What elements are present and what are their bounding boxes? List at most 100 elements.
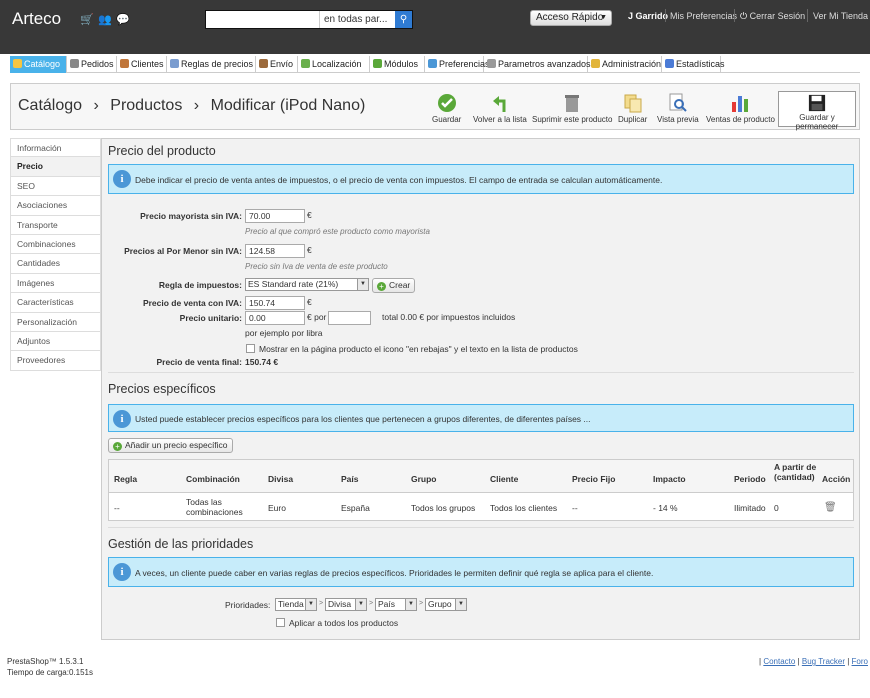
- globe-icon: [301, 59, 310, 68]
- sidebar-item-transporte[interactable]: Transporte: [10, 215, 101, 235]
- bug-tracker-link[interactable]: Bug Tracker: [802, 657, 845, 666]
- floppy-disk-icon: [808, 94, 826, 112]
- tab-parametros-avanzados[interactable]: Parametros avanzados: [484, 56, 591, 73]
- price-panel: Precio del producto i Debe indicar el pr…: [101, 138, 860, 640]
- unit-input[interactable]: [328, 311, 371, 325]
- price-with-tax-input[interactable]: 150.74: [245, 296, 305, 310]
- col-group: Grupo: [411, 474, 437, 484]
- product-sidebar: Información Precio SEO Asociaciones Transpor…: [10, 138, 101, 371]
- crumb-products[interactable]: Productos: [110, 97, 182, 114]
- tab-clientes[interactable]: Clientes: [117, 56, 167, 73]
- search-button[interactable]: ⚲: [395, 11, 412, 28]
- sidebar-item-combinaciones[interactable]: Combinaciones: [10, 234, 101, 255]
- delete-product-button[interactable]: Suprimir este producto: [532, 93, 612, 124]
- sidebar-item-información[interactable]: Información: [10, 138, 101, 158]
- sidebar-item-características[interactable]: Características: [10, 293, 101, 313]
- cell-rule: --: [114, 503, 120, 513]
- quick-access-select[interactable]: Acceso Rápido ▼: [530, 10, 612, 26]
- sidebar-item-imágenes[interactable]: Imágenes: [10, 273, 101, 294]
- customers-icon: [120, 59, 129, 68]
- unit-price-total: total 0.00 € por impuestos incluidos: [382, 312, 516, 322]
- duplicate-button[interactable]: Duplicar: [618, 93, 647, 124]
- section-title-price: Precio del producto: [108, 144, 216, 158]
- product-sales-button[interactable]: Ventas de producto: [706, 93, 775, 124]
- unit-price-input[interactable]: 0.00: [245, 311, 305, 325]
- tab-módulos[interactable]: Módulos: [370, 56, 425, 73]
- wholesale-price-input[interactable]: 70.00: [245, 209, 305, 223]
- tab-estadísticas[interactable]: Estadísticas: [662, 56, 725, 73]
- cart-icon[interactable]: 🛒: [80, 13, 94, 26]
- sidebar-item-cantidades[interactable]: Cantidades: [10, 254, 101, 274]
- priority-select-1[interactable]: Tienda ▼: [275, 598, 317, 611]
- retail-price-hint: Precio sin Iva de venta de este producto: [245, 262, 388, 271]
- cell-currency: Euro: [268, 503, 286, 513]
- priority-select-4[interactable]: Grupo ▼: [425, 598, 467, 611]
- version-text: PrestaShop™ 1.5.3.1: [7, 657, 84, 666]
- sidebar-item-personalización[interactable]: Personalización: [10, 312, 101, 332]
- priority-separator-icon: >: [419, 600, 424, 607]
- cell-from-quantity: 0: [774, 503, 779, 513]
- unit-price-hint: por ejemplo por libra: [245, 328, 323, 338]
- tab-localización[interactable]: Localización: [298, 56, 370, 73]
- sidebar-item-seo[interactable]: SEO: [10, 176, 101, 197]
- price-with-tax-label: Precio de venta con IVA:: [142, 298, 242, 308]
- sidebar-item-asociaciones[interactable]: Asociaciones: [10, 196, 101, 216]
- chevron-down-icon: ▼: [305, 599, 316, 610]
- search-input[interactable]: [206, 11, 318, 28]
- wrench-icon: [487, 59, 496, 68]
- stats-icon: [665, 59, 674, 68]
- create-tax-rule-button[interactable]: + Crear: [372, 278, 416, 293]
- apply-all-checkbox[interactable]: [276, 618, 285, 627]
- info-icon: i: [113, 563, 131, 581]
- col-customer: Cliente: [490, 474, 519, 484]
- page-title: Modificar (iPod Nano): [210, 97, 366, 114]
- search-scope-select[interactable]: en todas par...: [319, 11, 396, 28]
- chevron-down-icon: ▼: [355, 599, 366, 610]
- footer-links: | Contacto | Bug Tracker | Foro: [759, 657, 868, 666]
- unit-price-label: Precio unitario:: [179, 313, 242, 323]
- messages-icon[interactable]: 💬: [116, 13, 130, 26]
- logout-link[interactable]: ⏻ Cerrar Sesión: [740, 11, 805, 22]
- preferences-link[interactable]: Mis Preferencias: [670, 11, 737, 21]
- tab-reglas-de-precios[interactable]: Reglas de precios: [167, 56, 256, 73]
- view-store-link[interactable]: Ver Mi Tienda: [813, 11, 868, 21]
- forum-link[interactable]: Foro: [852, 657, 868, 666]
- crumb-separator-icon: ›: [193, 97, 200, 114]
- priority-select-2[interactable]: Divisa ▼: [325, 598, 367, 611]
- tab-envío[interactable]: Envío: [256, 56, 298, 73]
- retail-price-input[interactable]: 124.58: [245, 244, 305, 258]
- preview-button[interactable]: Vista previa: [657, 93, 699, 124]
- tab-pedidos[interactable]: Pedidos: [67, 56, 117, 73]
- info-icon: i: [113, 410, 131, 428]
- cell-customer: Todos los clientes: [490, 503, 558, 513]
- sidebar-item-adjuntos[interactable]: Adjuntos: [10, 331, 101, 352]
- chevron-down-icon: ▼: [357, 279, 368, 290]
- back-to-list-button[interactable]: Volver a la lista: [473, 93, 527, 124]
- col-from-quantity: A partir de (cantidad): [774, 462, 817, 482]
- trash-icon[interactable]: 🗑: [824, 502, 837, 513]
- chevron-down-icon: ▼: [600, 14, 607, 21]
- bar-chart-icon: [732, 96, 749, 112]
- tab-catálogo[interactable]: Catálogo: [10, 56, 67, 73]
- preferences-icon: [428, 59, 437, 68]
- col-combination: Combinación: [186, 474, 240, 484]
- priority-select-3[interactable]: País ▼: [375, 598, 417, 611]
- duplicate-icon: [624, 94, 642, 113]
- tab-preferencias[interactable]: Preferencias: [425, 56, 490, 73]
- add-specific-price-button[interactable]: + Añadir un precio específico: [108, 438, 233, 453]
- contact-link[interactable]: Contacto: [763, 657, 795, 666]
- shop-logo[interactable]: Arteco: [12, 9, 61, 29]
- customers-icon[interactable]: 👥: [98, 13, 112, 26]
- tab-administración[interactable]: Administración: [588, 56, 662, 73]
- save-button[interactable]: Guardar: [432, 93, 461, 124]
- tax-rule-select[interactable]: ES Standard rate (21%) ▼: [245, 278, 369, 291]
- save-and-stay-button[interactable]: Guardar y permanecer: [778, 91, 856, 131]
- main-nav-tabs: Catálogo Pedidos Clientes Reglas de precios…: [10, 55, 860, 73]
- priorities-label: Prioridades:: [225, 600, 271, 610]
- sidebar-item-proveedores[interactable]: Proveedores: [10, 351, 101, 371]
- crumb-catalog[interactable]: Catálogo: [18, 97, 82, 114]
- breadcrumb: Catálogo › Productos › Modificar (iPod N…: [18, 97, 365, 115]
- on-sale-checkbox[interactable]: [246, 344, 255, 353]
- cell-period: Ilimitado: [734, 503, 766, 513]
- sidebar-item-precio[interactable]: Precio: [10, 157, 101, 177]
